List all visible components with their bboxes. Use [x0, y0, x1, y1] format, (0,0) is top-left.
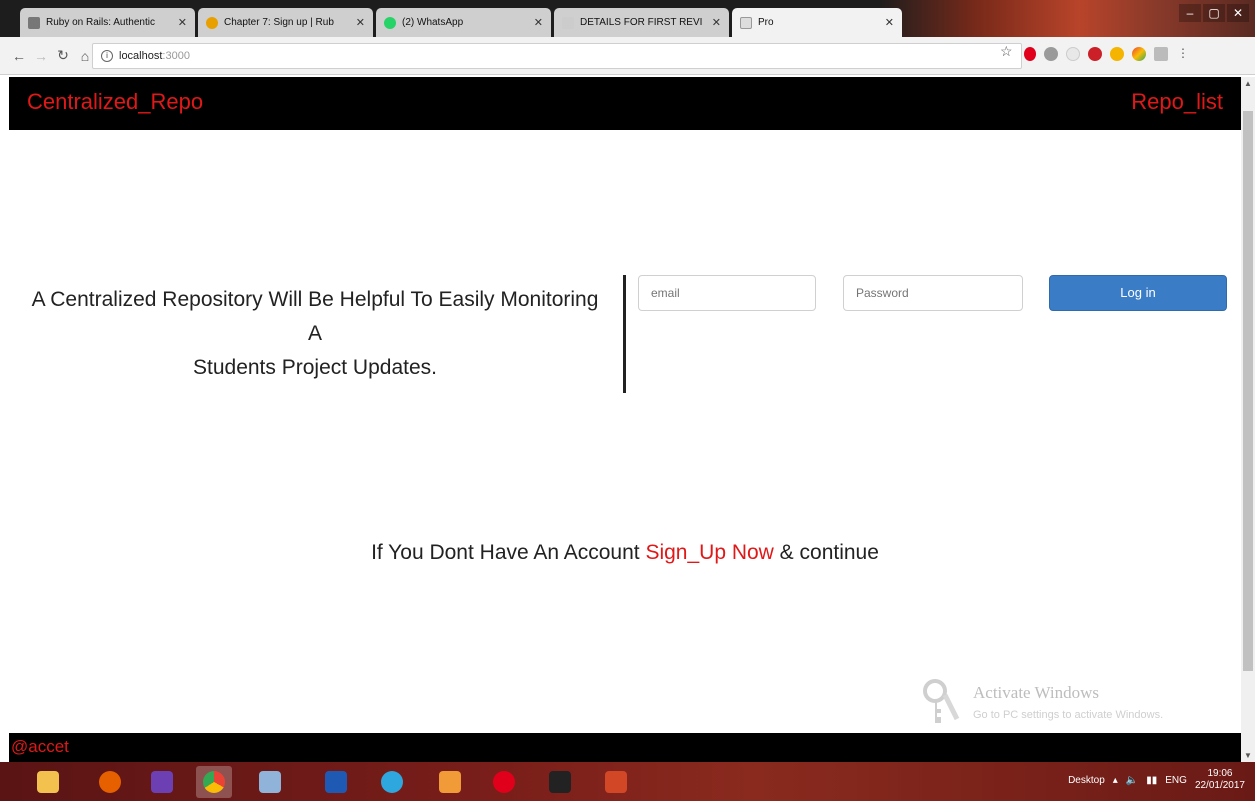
- activate-windows-watermark: Activate Windows Go to PC settings to ac…: [921, 677, 1231, 727]
- brand-link[interactable]: Centralized_Repo: [27, 89, 203, 115]
- windows-taskbar: Desktop ▴ 🔈 ▮▮ ENG 19:06 22/01/2017: [0, 762, 1255, 801]
- extension-icon[interactable]: [1110, 47, 1124, 61]
- footer-tag: @accet: [11, 737, 69, 756]
- terminal-icon[interactable]: [542, 766, 578, 798]
- hero-line-3: Students Project Updates.: [193, 356, 437, 379]
- file-explorer-icon[interactable]: [30, 766, 66, 798]
- notepad-icon[interactable]: [252, 766, 288, 798]
- network-icon[interactable]: ▮▮: [1146, 775, 1157, 786]
- maximize-icon[interactable]: ▢: [1203, 4, 1225, 22]
- tab-chapter-7[interactable]: Chapter 7: Sign up | Rub ✕: [198, 8, 373, 37]
- pinterest-icon[interactable]: [1088, 47, 1102, 61]
- vertical-scrollbar[interactable]: ▲ ▼: [1241, 77, 1255, 762]
- opera-icon: [206, 16, 218, 29]
- opera-icon[interactable]: [1024, 47, 1036, 61]
- back-icon[interactable]: ←: [8, 48, 30, 64]
- star-icon[interactable]: ☆: [1000, 43, 1013, 60]
- page-icon: [562, 16, 574, 29]
- extension-icon[interactable]: [1044, 47, 1058, 61]
- tab-title: Chapter 7: Sign up | Rub: [224, 17, 334, 28]
- powerpoint-icon[interactable]: [598, 766, 634, 798]
- hero-line-2: A: [307, 322, 322, 345]
- forward-icon[interactable]: →: [30, 48, 52, 64]
- page-viewport: Centralized_Repo Repo_list A Centralized…: [9, 77, 1241, 762]
- minimize-icon[interactable]: –: [1179, 4, 1201, 22]
- telegram-icon[interactable]: [374, 766, 410, 798]
- sign-up-link[interactable]: Sign_Up Now: [645, 541, 773, 564]
- extensions: ⋮: [1024, 47, 1190, 61]
- watermark-subtitle: Go to PC settings to activate Windows.: [973, 709, 1164, 721]
- signup-prefix: If You Dont Have An Account: [371, 541, 646, 564]
- window-controls: – ▢ ✕: [1179, 4, 1249, 22]
- clock[interactable]: 19:06 22/01/2017: [1195, 768, 1245, 792]
- page-icon: [740, 16, 752, 29]
- extension-icon[interactable]: [1132, 47, 1146, 61]
- repo-list-link[interactable]: Repo_list: [1131, 89, 1223, 115]
- signup-suffix: & continue: [773, 541, 879, 564]
- tab-title: Ruby on Rails: Authentic: [46, 17, 155, 28]
- menu-icon[interactable]: ⋮: [1176, 47, 1190, 61]
- volume-icon[interactable]: 🔈: [1126, 775, 1138, 786]
- tab-ruby-on-rails[interactable]: Ruby on Rails: Authentic ✕: [20, 8, 195, 37]
- whatsapp-icon: [384, 16, 396, 29]
- browser-tab-strip: Ruby on Rails: Authentic ✕ Chapter 7: Si…: [0, 0, 1255, 37]
- clock-date: 22/01/2017: [1194, 780, 1245, 791]
- footer: @accet: [9, 733, 1241, 762]
- close-icon[interactable]: ✕: [356, 16, 365, 29]
- photoshop-icon[interactable]: [318, 766, 354, 798]
- opera-icon[interactable]: [486, 766, 522, 798]
- login-button[interactable]: Log in: [1049, 275, 1227, 311]
- browser-toolbar: ← → ↻ ⌂ i localhost:3000 ☆ ⋮: [0, 37, 1255, 75]
- scroll-down-icon[interactable]: ▼: [1244, 751, 1252, 760]
- screen: Ruby on Rails: Authentic ✕ Chapter 7: Si…: [0, 0, 1255, 801]
- system-tray: Desktop ▴ 🔈 ▮▮ ENG 19:06 22/01/2017: [1068, 768, 1245, 792]
- watermark-title: Activate Windows: [973, 683, 1100, 702]
- sublime-icon[interactable]: [432, 766, 468, 798]
- tab-title: DETAILS FOR FIRST REVI: [580, 17, 703, 28]
- key-icon: [923, 679, 960, 723]
- close-icon[interactable]: ✕: [178, 16, 187, 29]
- clock-time: 19:06: [1207, 768, 1233, 779]
- close-icon[interactable]: ✕: [534, 16, 543, 29]
- desktop-toolbar-label[interactable]: Desktop: [1068, 775, 1105, 786]
- chrome-icon[interactable]: [196, 766, 232, 798]
- tab-whatsapp[interactable]: (2) WhatsApp ✕: [376, 8, 551, 37]
- tab-title: (2) WhatsApp: [402, 17, 464, 28]
- hero-line-1: A Centralized Repository Will Be Helpful…: [31, 288, 599, 311]
- info-icon[interactable]: i: [101, 50, 113, 62]
- lang-indicator[interactable]: ENG: [1165, 775, 1187, 786]
- password-field[interactable]: [843, 275, 1023, 311]
- url-host: localhost: [119, 50, 163, 62]
- close-icon[interactable]: ✕: [885, 16, 894, 29]
- visual-studio-icon[interactable]: [144, 766, 180, 798]
- extension-icon[interactable]: [1066, 47, 1080, 61]
- firefox-icon[interactable]: [92, 766, 128, 798]
- scroll-up-icon[interactable]: ▲: [1244, 79, 1252, 88]
- close-window-icon[interactable]: ✕: [1227, 4, 1249, 22]
- url-port: :3000: [162, 50, 190, 62]
- extension-icon[interactable]: [1154, 47, 1168, 61]
- address-bar[interactable]: i localhost:3000: [92, 43, 1022, 69]
- signup-prompt: If You Dont Have An Account Sign_Up Now …: [9, 541, 1241, 565]
- email-field[interactable]: [638, 275, 816, 311]
- tab-title: Pro: [758, 17, 774, 28]
- navbar: Centralized_Repo Repo_list: [9, 77, 1241, 130]
- hero-description: A Centralized Repository Will Be Helpful…: [9, 283, 621, 385]
- scrollbar-thumb[interactable]: [1243, 111, 1253, 671]
- close-icon[interactable]: ✕: [712, 16, 721, 29]
- reload-icon[interactable]: ↻: [52, 47, 74, 64]
- vertical-divider: [623, 275, 626, 393]
- page-icon: [28, 16, 40, 29]
- tray-overflow-icon[interactable]: ▴: [1113, 775, 1118, 786]
- tab-details[interactable]: DETAILS FOR FIRST REVI ✕: [554, 8, 729, 37]
- tab-active[interactable]: Pro ✕: [732, 8, 902, 37]
